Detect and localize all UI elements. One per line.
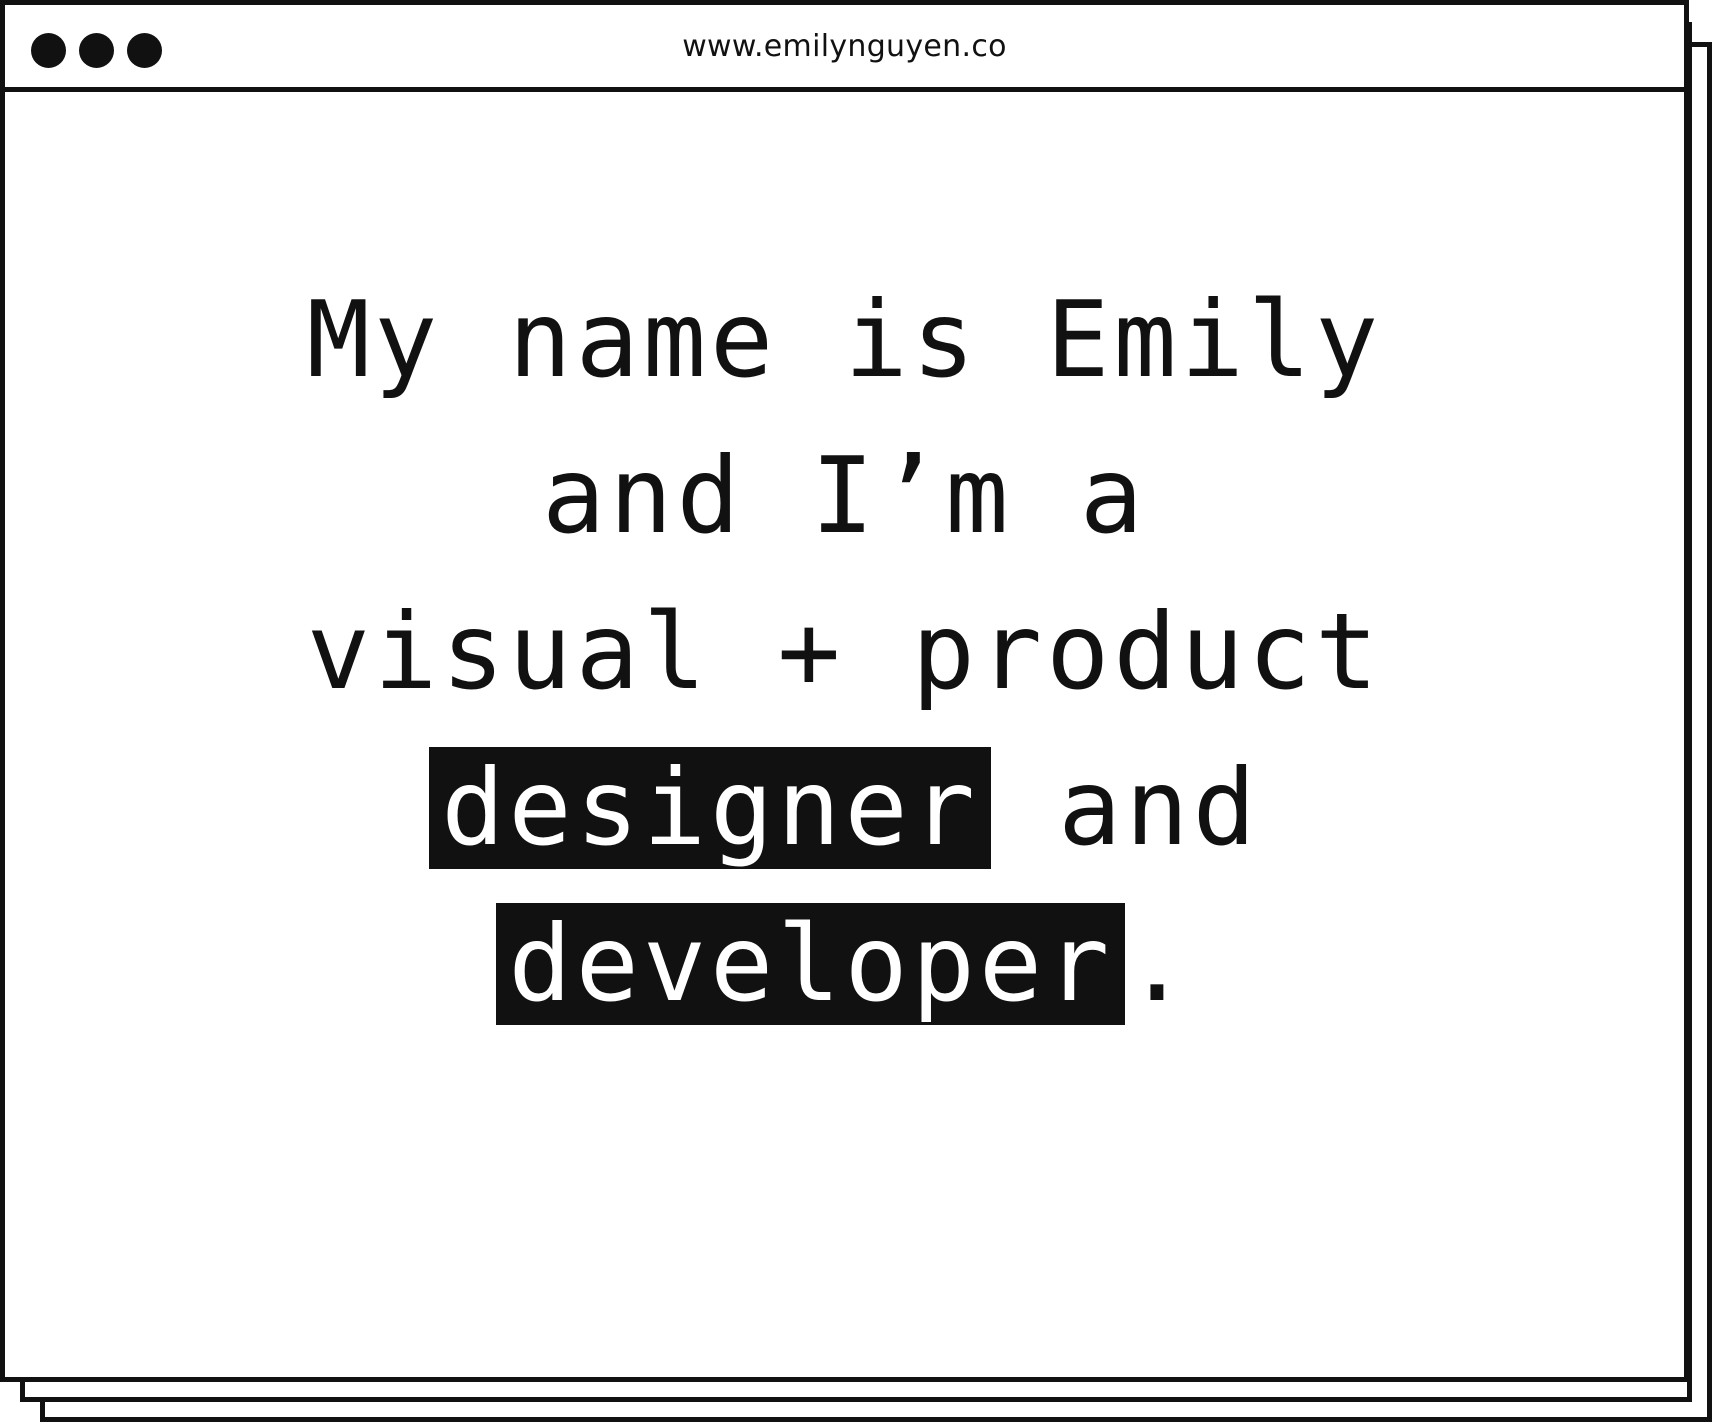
address-bar-url[interactable]: www.emilynguyen.co — [5, 29, 1684, 65]
hero-line-3: visual + product — [306, 591, 1383, 713]
browser-window: www.emilynguyen.co My name is Emily and … — [0, 0, 1689, 1382]
page-content: My name is Emily and I’m a visual + prod… — [5, 92, 1684, 1377]
browser-titlebar: www.emilynguyen.co — [5, 5, 1684, 92]
hero-line-5-rest: . — [1125, 903, 1193, 1025]
hero-headline: My name is Emily and I’m a visual + prod… — [307, 262, 1382, 1042]
hero-line-2: and I’m a — [542, 435, 1147, 557]
hero-line-1: My name is Emily — [306, 279, 1383, 401]
highlight-designer: designer — [429, 747, 991, 869]
hero-line-5: developer. — [307, 886, 1382, 1042]
highlight-developer: developer — [496, 903, 1126, 1025]
hero-line-4: designer and — [307, 730, 1382, 886]
hero-line-4-rest: and — [990, 747, 1260, 869]
